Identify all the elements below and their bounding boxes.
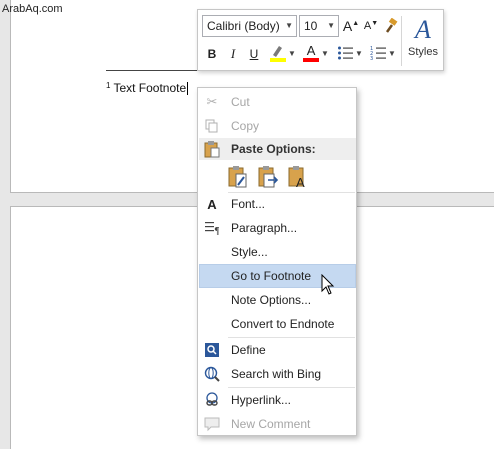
highlight-button[interactable]: ▼ [267, 43, 297, 63]
bold-button[interactable]: B [204, 44, 220, 64]
font-size-value: 10 [304, 19, 318, 33]
menu-item-search-with-bing-label: Search with Bing [231, 367, 322, 381]
mini-toolbar: Calibri (Body) ▼ 10 ▼ A ▲ A ▼ B I U ▼ A ▼ ▼ … [197, 9, 444, 71]
paste-keep-text-only-button[interactable]: A [288, 165, 310, 190]
menu-item-define[interactable]: Define [199, 338, 356, 362]
menu-item-go-to-footnote-label: Go to Footnote [231, 269, 312, 283]
copy-icon [204, 118, 220, 134]
menu-item-cut-label: Cut [231, 95, 250, 109]
paste-text-only-icon: A [288, 166, 305, 190]
menu-item-note-options-label: Note Options... [231, 293, 312, 307]
menu-item-paragraph[interactable]: ¶ Paragraph... [199, 216, 356, 240]
font-name-value: Calibri (Body) [207, 19, 280, 33]
link-icon [204, 392, 220, 408]
grow-font-icon: A [342, 18, 353, 34]
search-globe-icon [204, 366, 220, 382]
styles-label: Styles [408, 46, 438, 58]
italic-button[interactable]: I [225, 44, 241, 64]
define-book-icon [204, 342, 220, 358]
shrink-font-button[interactable]: A ▼ [362, 16, 380, 36]
numbered-list-icon: 123 [370, 46, 387, 61]
highlighter-icon [270, 46, 287, 62]
menu-item-copy[interactable]: Copy [199, 114, 356, 138]
menu-item-new-comment-label: New Comment [231, 417, 311, 431]
styles-button[interactable]: A Styles [403, 14, 443, 68]
paste-merge-formatting-icon [258, 166, 279, 188]
paragraph-icon: ¶ [204, 220, 220, 236]
chevron-down-icon: ▼ [288, 48, 296, 58]
footnote-mark: 1 [106, 81, 111, 90]
chevron-down-icon: ▼ [321, 48, 329, 58]
mouse-pointer-icon [321, 274, 335, 295]
paste-options-header: Paste Options: [199, 138, 356, 160]
menu-item-cut[interactable]: ✂ Cut [199, 90, 356, 114]
menu-item-copy-label: Copy [231, 119, 260, 133]
menu-item-paragraph-label: Paragraph... [231, 221, 298, 235]
numbering-button[interactable]: 123 ▼ [368, 43, 398, 63]
font-color-button[interactable]: A ▼ [302, 43, 330, 63]
shrink-font-icon: A [363, 20, 372, 32]
menu-item-hyperlink-label: Hyperlink... [231, 393, 292, 407]
format-painter-button[interactable] [382, 16, 400, 36]
menu-item-convert-to-endnote-label: Convert to Endnote [231, 317, 335, 331]
svg-text:¶: ¶ [214, 226, 219, 235]
text-caret [187, 82, 189, 96]
format-painter-icon [385, 18, 398, 33]
font-name-dropdown[interactable]: Calibri (Body) ▼ [202, 15, 297, 37]
styles-icon: A [415, 15, 431, 44]
menu-item-font-label: Font... [231, 197, 266, 211]
comment-icon [204, 416, 220, 432]
paste-keep-source-formatting-button[interactable] [228, 165, 250, 189]
menu-item-style-label: Style... [231, 245, 268, 259]
menu-item-hyperlink[interactable]: Hyperlink... [199, 388, 356, 412]
underline-button[interactable]: U [246, 44, 262, 64]
font-size-dropdown[interactable]: 10 ▼ [299, 15, 339, 37]
font-color-swatch [303, 58, 320, 62]
svg-text:A: A [296, 175, 305, 189]
font-icon: A [207, 196, 217, 212]
toolbar-divider [401, 16, 402, 66]
bullet-list-icon [338, 46, 354, 60]
chevron-down-icon: ▼ [327, 21, 335, 30]
clipboard-icon [204, 140, 220, 158]
menu-item-define-label: Define [231, 343, 266, 357]
menu-item-new-comment[interactable]: New Comment [199, 412, 356, 436]
svg-text:3: 3 [370, 56, 373, 61]
chevron-down-icon: ▼ [388, 48, 396, 58]
footnote-text: Text Footnote [113, 81, 187, 95]
bullets-button[interactable]: ▼ [336, 43, 364, 63]
chevron-down-icon: ▼ [285, 21, 293, 30]
scissors-icon: ✂ [206, 94, 218, 109]
footnote[interactable]: 1 Text Footnote [106, 81, 189, 96]
context-menu: ✂ Cut Copy Paste Options: A A Font... ¶ … [197, 87, 357, 436]
paste-keep-formatting-icon [228, 166, 247, 188]
menu-item-search-with-bing[interactable]: Search with Bing [199, 362, 356, 386]
paste-options-label: Paste Options: [231, 142, 316, 156]
watermark: ArabAq.com [2, 3, 63, 15]
menu-item-style[interactable]: Style... [199, 240, 356, 264]
menu-item-font[interactable]: A Font... [199, 192, 356, 216]
menu-item-convert-to-endnote[interactable]: Convert to Endnote [199, 312, 356, 336]
chevron-down-icon: ▼ [355, 48, 363, 58]
paste-merge-formatting-button[interactable] [258, 165, 280, 189]
font-color-icon: A [306, 43, 316, 58]
grow-font-button[interactable]: A ▲ [342, 16, 360, 36]
